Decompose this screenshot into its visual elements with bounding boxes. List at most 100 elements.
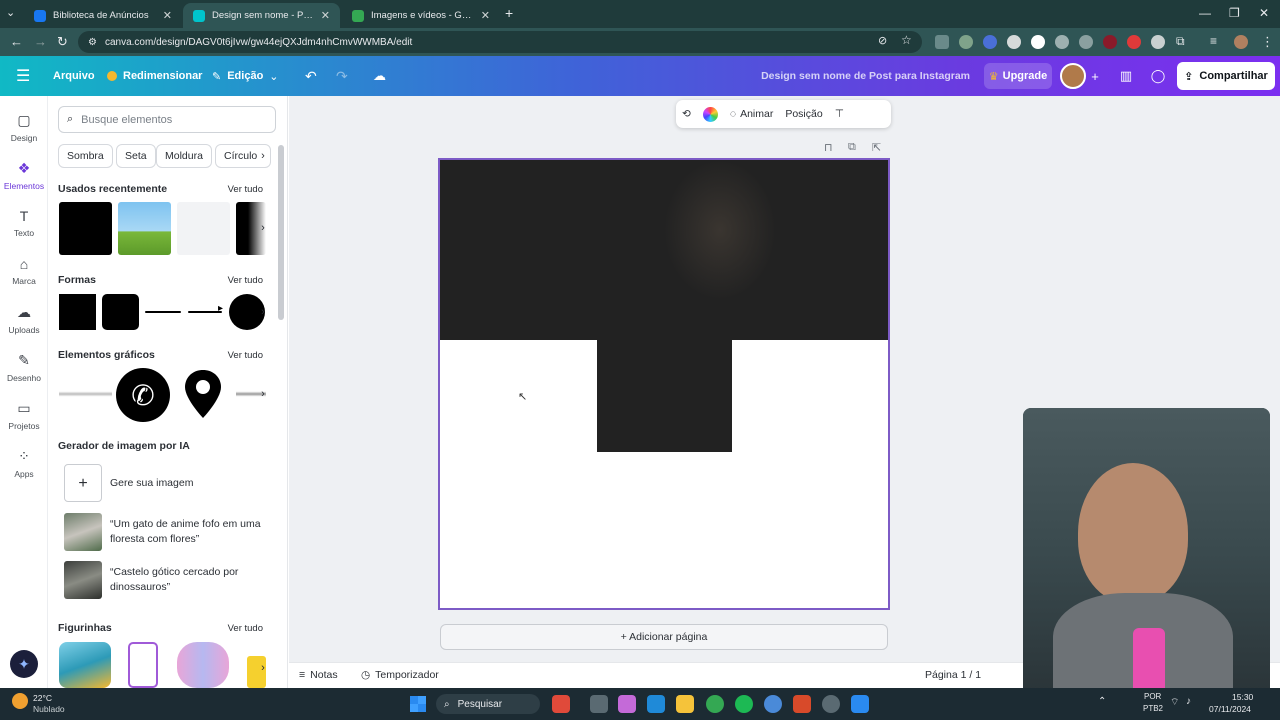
- weather-icon[interactable]: [12, 693, 28, 709]
- undo-icon[interactable]: ↶: [305, 56, 317, 96]
- sticker-gradient[interactable]: [177, 642, 229, 688]
- extension-icon[interactable]: [1031, 35, 1045, 49]
- position-button[interactable]: Posição: [779, 100, 828, 128]
- chrome-profile-icon[interactable]: [764, 695, 782, 713]
- extension-icon[interactable]: [959, 35, 973, 49]
- chevron-right-icon[interactable]: ›: [256, 300, 270, 324]
- volume-icon[interactable]: ♪: [1186, 696, 1191, 707]
- tab-search-icon[interactable]: ⌄: [6, 6, 15, 19]
- network-icon[interactable]: ⌔: [1170, 696, 1179, 709]
- app-icon[interactable]: [851, 695, 869, 713]
- design-title[interactable]: Design sem nome de Post para Instagram: [760, 70, 970, 82]
- extension-icon[interactable]: [1055, 35, 1069, 49]
- chevron-right-icon[interactable]: ›: [256, 382, 270, 406]
- close-icon[interactable]: ✕: [163, 9, 172, 22]
- rail-item-apps[interactable]: ⁘ Apps: [0, 448, 48, 479]
- paint-format-icon[interactable]: ⊤: [829, 100, 850, 128]
- panel-scrollbar[interactable]: [278, 145, 284, 320]
- tab-biblioteca[interactable]: Biblioteca de Anúncios ✕: [24, 3, 182, 28]
- see-all-link[interactable]: Ver tudo: [228, 623, 263, 634]
- ai-prompt-castle[interactable]: “Castelo gótico cercado por dinossauros”: [64, 561, 274, 599]
- edit-mode-button[interactable]: ✎ Edição ⌄: [212, 56, 279, 96]
- magic-assistant-icon[interactable]: ✦: [10, 650, 38, 678]
- settings-icon[interactable]: [822, 695, 840, 713]
- redo-icon[interactable]: ↷: [336, 56, 348, 96]
- spotify-icon[interactable]: [735, 695, 753, 713]
- recent-chevron-graphic[interactable]: [177, 202, 230, 255]
- replace-icon[interactable]: ⟲: [676, 100, 697, 128]
- add-page-button[interactable]: + Adicionar página: [440, 624, 888, 650]
- close-window-icon[interactable]: ✕: [1259, 6, 1269, 20]
- background-photo[interactable]: [440, 160, 888, 340]
- upgrade-button[interactable]: ♛ Upgrade: [984, 63, 1052, 89]
- hamburger-menu-icon[interactable]: ☰: [16, 56, 30, 96]
- cloud-sync-icon[interactable]: ☁: [373, 56, 386, 96]
- minimize-icon[interactable]: —: [1199, 6, 1211, 20]
- timer-button[interactable]: ◷ Temporizador: [361, 669, 439, 681]
- url-field[interactable]: ⚙ canva.com/design/DAGV0t6jIvw/gw44ejQXJ…: [78, 31, 922, 53]
- add-page-icon[interactable]: ⇱: [872, 141, 881, 154]
- rail-item-design[interactable]: ▢ Design: [0, 112, 48, 143]
- tab-google-drive[interactable]: Imagens e vídeos - Google Drive ✕: [342, 3, 500, 28]
- extension-icon[interactable]: [1103, 35, 1117, 49]
- close-icon[interactable]: ✕: [321, 9, 330, 22]
- copilot-icon[interactable]: [618, 695, 636, 713]
- duplicate-page-icon[interactable]: ⧉: [848, 141, 856, 154]
- reload-icon[interactable]: ↻: [57, 34, 68, 50]
- recent-landscape-image[interactable]: [118, 202, 171, 255]
- add-collaborator-icon[interactable]: +: [1082, 63, 1108, 89]
- windows-start-icon[interactable]: [410, 696, 426, 712]
- rail-item-elements[interactable]: ❖ Elementos: [0, 160, 48, 191]
- tab-canva-design[interactable]: Design sem nome - Post para Insta ✕: [183, 3, 340, 28]
- forward-icon[interactable]: →: [34, 34, 47, 49]
- chevron-right-icon[interactable]: ›: [256, 656, 270, 680]
- chevron-right-icon[interactable]: ›: [256, 144, 270, 168]
- insights-chart-icon[interactable]: ▥: [1113, 63, 1139, 89]
- resize-button[interactable]: Redimensionar: [107, 56, 202, 96]
- extension-icon[interactable]: [1127, 35, 1141, 49]
- bookmark-star-icon[interactable]: ☆: [901, 33, 912, 47]
- notes-button[interactable]: ≡ Notas: [299, 669, 338, 681]
- shape-arrow-line[interactable]: [188, 311, 222, 313]
- extensions-puzzle-icon[interactable]: ⧉: [1176, 34, 1185, 49]
- language-indicator[interactable]: POR: [1144, 692, 1161, 701]
- close-icon[interactable]: ✕: [481, 9, 490, 22]
- chevron-right-icon[interactable]: ›: [256, 216, 270, 240]
- file-menu-button[interactable]: Arquivo: [53, 56, 95, 96]
- see-all-link[interactable]: Ver tudo: [228, 350, 263, 361]
- file-explorer-icon[interactable]: [676, 695, 694, 713]
- see-all-link[interactable]: Ver tudo: [228, 275, 263, 286]
- chip-sombra[interactable]: Sombra: [58, 144, 113, 168]
- extension-icon[interactable]: [983, 35, 997, 49]
- chip-seta[interactable]: Seta: [116, 144, 156, 168]
- chrome-icon[interactable]: [706, 695, 724, 713]
- new-tab-button[interactable]: +: [505, 5, 513, 21]
- comment-icon[interactable]: ◯: [1145, 63, 1171, 89]
- shape-square[interactable]: [59, 294, 96, 330]
- page-indicator[interactable]: Página 1 / 1: [925, 669, 981, 681]
- chip-moldura[interactable]: Moldura: [156, 144, 212, 168]
- menu-icon[interactable]: ⋮: [1261, 34, 1274, 50]
- reading-list-icon[interactable]: ≡: [1210, 34, 1217, 48]
- back-icon[interactable]: ←: [10, 34, 23, 49]
- phone-icon[interactable]: ✆: [116, 368, 170, 422]
- rail-item-draw[interactable]: ✎ Desenho: [0, 352, 48, 383]
- design-page-canvas[interactable]: [438, 158, 890, 610]
- shape-rounded-square[interactable]: [102, 294, 139, 330]
- animate-button[interactable]: ◌ Animar: [724, 100, 780, 128]
- map-pin-icon[interactable]: [183, 368, 223, 420]
- eye-off-icon[interactable]: ⊘: [878, 34, 887, 47]
- color-wheel-icon[interactable]: [697, 100, 724, 128]
- lock-icon[interactable]: ⊓: [824, 141, 833, 154]
- dark-rectangle-shape[interactable]: [597, 340, 732, 452]
- recent-black-square[interactable]: [59, 202, 112, 255]
- share-button[interactable]: ⇪ Compartilhar: [1177, 62, 1275, 90]
- site-info-icon[interactable]: ⚙: [88, 37, 97, 48]
- rail-item-text[interactable]: T Texto: [0, 208, 48, 238]
- app-icon[interactable]: [793, 695, 811, 713]
- search-input[interactable]: ⌕ Busque elementos: [58, 106, 276, 133]
- sticker-phone[interactable]: [128, 642, 158, 688]
- task-view-icon[interactable]: [590, 695, 608, 713]
- rail-item-projects[interactable]: ▭ Projetos: [0, 400, 48, 431]
- ai-prompt-cat[interactable]: “Um gato de anime fofo em uma floresta c…: [64, 513, 274, 551]
